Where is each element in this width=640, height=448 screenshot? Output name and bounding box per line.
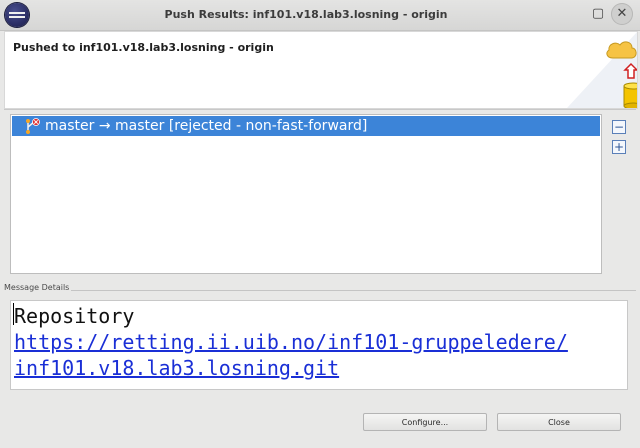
window-close-button[interactable]: ✕ xyxy=(611,3,633,25)
push-summary-text: Pushed to inf101.v18.lab3.losning - orig… xyxy=(13,41,274,54)
close-button[interactable]: Close xyxy=(497,413,621,431)
text-caret xyxy=(13,303,14,325)
push-results-tree[interactable]: master → master [rejected - non-fast-for… xyxy=(10,114,602,274)
message-details-text[interactable]: Repository https://retting.ii.uib.no/inf… xyxy=(10,300,628,390)
header-banner: Pushed to inf101.v18.lab3.losning - orig… xyxy=(4,31,638,109)
configure-button[interactable]: Configure... xyxy=(363,413,487,431)
repository-link-line2[interactable]: inf101.v18.lab3.losning.git xyxy=(14,355,624,381)
expand-all-button[interactable]: + xyxy=(612,140,626,154)
rejected-branch-icon xyxy=(26,118,40,134)
window-title: Push Results: inf101.v18.lab3.losning - … xyxy=(164,8,448,21)
maximize-button[interactable]: ▢ xyxy=(587,3,609,25)
result-row-master[interactable]: master → master [rejected - non-fast-for… xyxy=(12,116,600,136)
push-to-remote-icon xyxy=(567,32,637,108)
message-details-label: Message Details xyxy=(4,283,72,292)
repository-link-line1[interactable]: https://retting.ii.uib.no/inf101-gruppel… xyxy=(14,329,624,355)
separator xyxy=(4,109,636,110)
details-heading: Repository xyxy=(14,304,135,328)
collapse-all-button[interactable]: − xyxy=(612,120,626,134)
title-bar: Push Results: inf101.v18.lab3.losning - … xyxy=(0,0,640,31)
result-row-label: master → master [rejected - non-fast-for… xyxy=(45,118,368,134)
